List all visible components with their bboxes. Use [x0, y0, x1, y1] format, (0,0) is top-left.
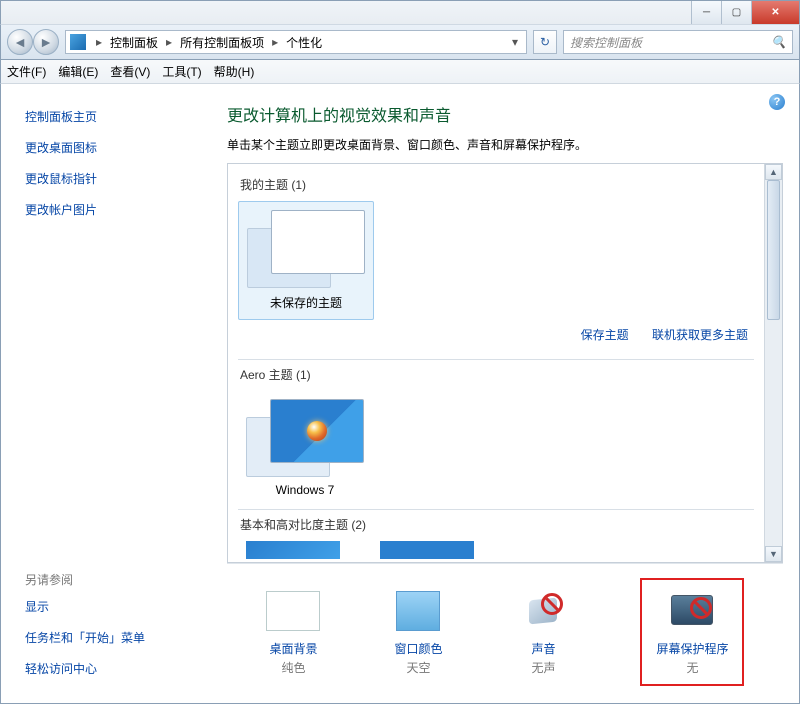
themes-panel: 我的主题 (1) 未保存的主题 保存主题 联机获取更多主题 Aero 主题 (1…	[227, 163, 783, 563]
window-titlebar: ─ ▢ ✕	[0, 0, 800, 24]
setting-screensaver[interactable]: 屏幕保护程序 无	[656, 588, 728, 676]
theme-unsaved[interactable]: 未保存的主题	[238, 201, 374, 320]
theme-basic-1[interactable]	[246, 541, 340, 559]
window-color-icon	[396, 591, 440, 631]
search-placeholder: 搜索控制面板	[570, 34, 642, 51]
navigation-bar: ◄ ► ▸ 控制面板 ▸ 所有控制面板项 ▸ 个性化 ▾ ↻ 搜索控制面板 🔍	[0, 24, 800, 60]
setting-sound[interactable]: 声音 无声	[515, 588, 571, 676]
back-button[interactable]: ◄	[7, 29, 33, 55]
setting-screensaver-label: 屏幕保护程序	[656, 640, 728, 657]
scroll-thumb[interactable]	[767, 180, 780, 320]
section-basic-themes: 基本和高对比度主题 (2)	[240, 516, 754, 533]
page-subtitle: 单击某个主题立即更改桌面背景、窗口颜色、声音和屏幕保护程序。	[227, 136, 783, 153]
minimize-button[interactable]: ─	[691, 1, 721, 24]
menu-edit[interactable]: 编辑(E)	[58, 63, 98, 80]
chevron-right-icon: ▸	[94, 35, 104, 49]
search-icon: 🔍	[771, 35, 786, 49]
maximize-button[interactable]: ▢	[721, 1, 751, 24]
content-area: 控制面板主页 更改桌面图标 更改鼠标指针 更改帐户图片 另请参阅 显示 任务栏和…	[0, 84, 800, 704]
address-dropdown-icon[interactable]: ▾	[508, 35, 522, 49]
sidebar-account-picture[interactable]: 更改帐户图片	[25, 201, 211, 218]
setting-window-color-label: 窗口颜色	[390, 640, 446, 657]
sidebar-desktop-icons[interactable]: 更改桌面图标	[25, 139, 211, 156]
menu-help[interactable]: 帮助(H)	[214, 63, 255, 80]
themes-scrollbar[interactable]: ▲ ▼	[764, 164, 782, 562]
sidebar-taskbar[interactable]: 任务栏和「开始」菜单	[25, 629, 211, 646]
sidebar-display[interactable]: 显示	[25, 598, 211, 615]
section-my-themes: 我的主题 (1)	[240, 176, 754, 193]
theme-basic-2[interactable]	[380, 541, 474, 559]
menu-file[interactable]: 文件(F)	[7, 63, 46, 80]
highlight-box: 屏幕保护程序 无	[640, 578, 744, 686]
menu-view[interactable]: 查看(V)	[110, 63, 150, 80]
sidebar-ease-of-access[interactable]: 轻松访问中心	[25, 660, 211, 677]
breadcrumb-level3[interactable]: 个性化	[284, 32, 324, 53]
setting-desktop-background[interactable]: 桌面背景 纯色	[265, 588, 321, 676]
page-title: 更改计算机上的视觉效果和声音	[227, 102, 783, 126]
section-divider	[238, 509, 754, 510]
desktop-background-icon	[266, 591, 320, 631]
setting-desktop-bg-label: 桌面背景	[265, 640, 321, 657]
close-button[interactable]: ✕	[751, 1, 799, 24]
chevron-right-icon: ▸	[164, 35, 174, 49]
breadcrumb-level1[interactable]: 控制面板	[108, 32, 160, 53]
search-input[interactable]: 搜索控制面板 🔍	[563, 30, 793, 54]
main-panel: ? 更改计算机上的视觉效果和声音 单击某个主题立即更改桌面背景、窗口颜色、声音和…	[211, 84, 799, 703]
sound-icon	[521, 591, 565, 631]
link-save-theme[interactable]: 保存主题	[581, 328, 629, 342]
personalization-icon	[70, 34, 86, 50]
scroll-down-icon[interactable]: ▼	[765, 546, 782, 562]
disabled-icon	[541, 593, 563, 615]
menu-tools[interactable]: 工具(T)	[162, 63, 201, 80]
refresh-button[interactable]: ↻	[533, 30, 557, 54]
setting-window-color-value: 天空	[390, 659, 446, 676]
theme-windows7-label: Windows 7	[246, 483, 364, 497]
sidebar-see-also-label: 另请参阅	[25, 571, 211, 588]
section-aero-themes: Aero 主题 (1)	[240, 366, 754, 383]
sidebar-mouse-pointers[interactable]: 更改鼠标指针	[25, 170, 211, 187]
setting-sound-value: 无声	[515, 659, 571, 676]
address-bar[interactable]: ▸ 控制面板 ▸ 所有控制面板项 ▸ 个性化 ▾	[65, 30, 527, 54]
screensaver-icon	[668, 591, 716, 631]
setting-desktop-bg-value: 纯色	[265, 659, 321, 676]
windows-orb-icon	[307, 421, 327, 441]
setting-screensaver-value: 无	[656, 659, 728, 676]
settings-row: 桌面背景 纯色 窗口颜色 天空 声音 无声 屏幕保护程序 无	[227, 563, 783, 696]
theme-unsaved-label: 未保存的主题	[247, 294, 365, 311]
theme-windows7[interactable]: Windows 7	[238, 391, 372, 505]
sidebar: 控制面板主页 更改桌面图标 更改鼠标指针 更改帐户图片 另请参阅 显示 任务栏和…	[1, 84, 211, 703]
scroll-up-icon[interactable]: ▲	[765, 164, 782, 180]
breadcrumb-level2[interactable]: 所有控制面板项	[178, 32, 266, 53]
chevron-right-icon: ▸	[270, 35, 280, 49]
setting-sound-label: 声音	[515, 640, 571, 657]
help-icon[interactable]: ?	[769, 94, 785, 110]
menu-bar: 文件(F) 编辑(E) 查看(V) 工具(T) 帮助(H)	[0, 60, 800, 84]
section-divider	[238, 359, 754, 360]
link-get-online-themes[interactable]: 联机获取更多主题	[652, 328, 748, 342]
sidebar-home[interactable]: 控制面板主页	[25, 108, 211, 125]
setting-window-color[interactable]: 窗口颜色 天空	[390, 588, 446, 676]
forward-button[interactable]: ►	[33, 29, 59, 55]
